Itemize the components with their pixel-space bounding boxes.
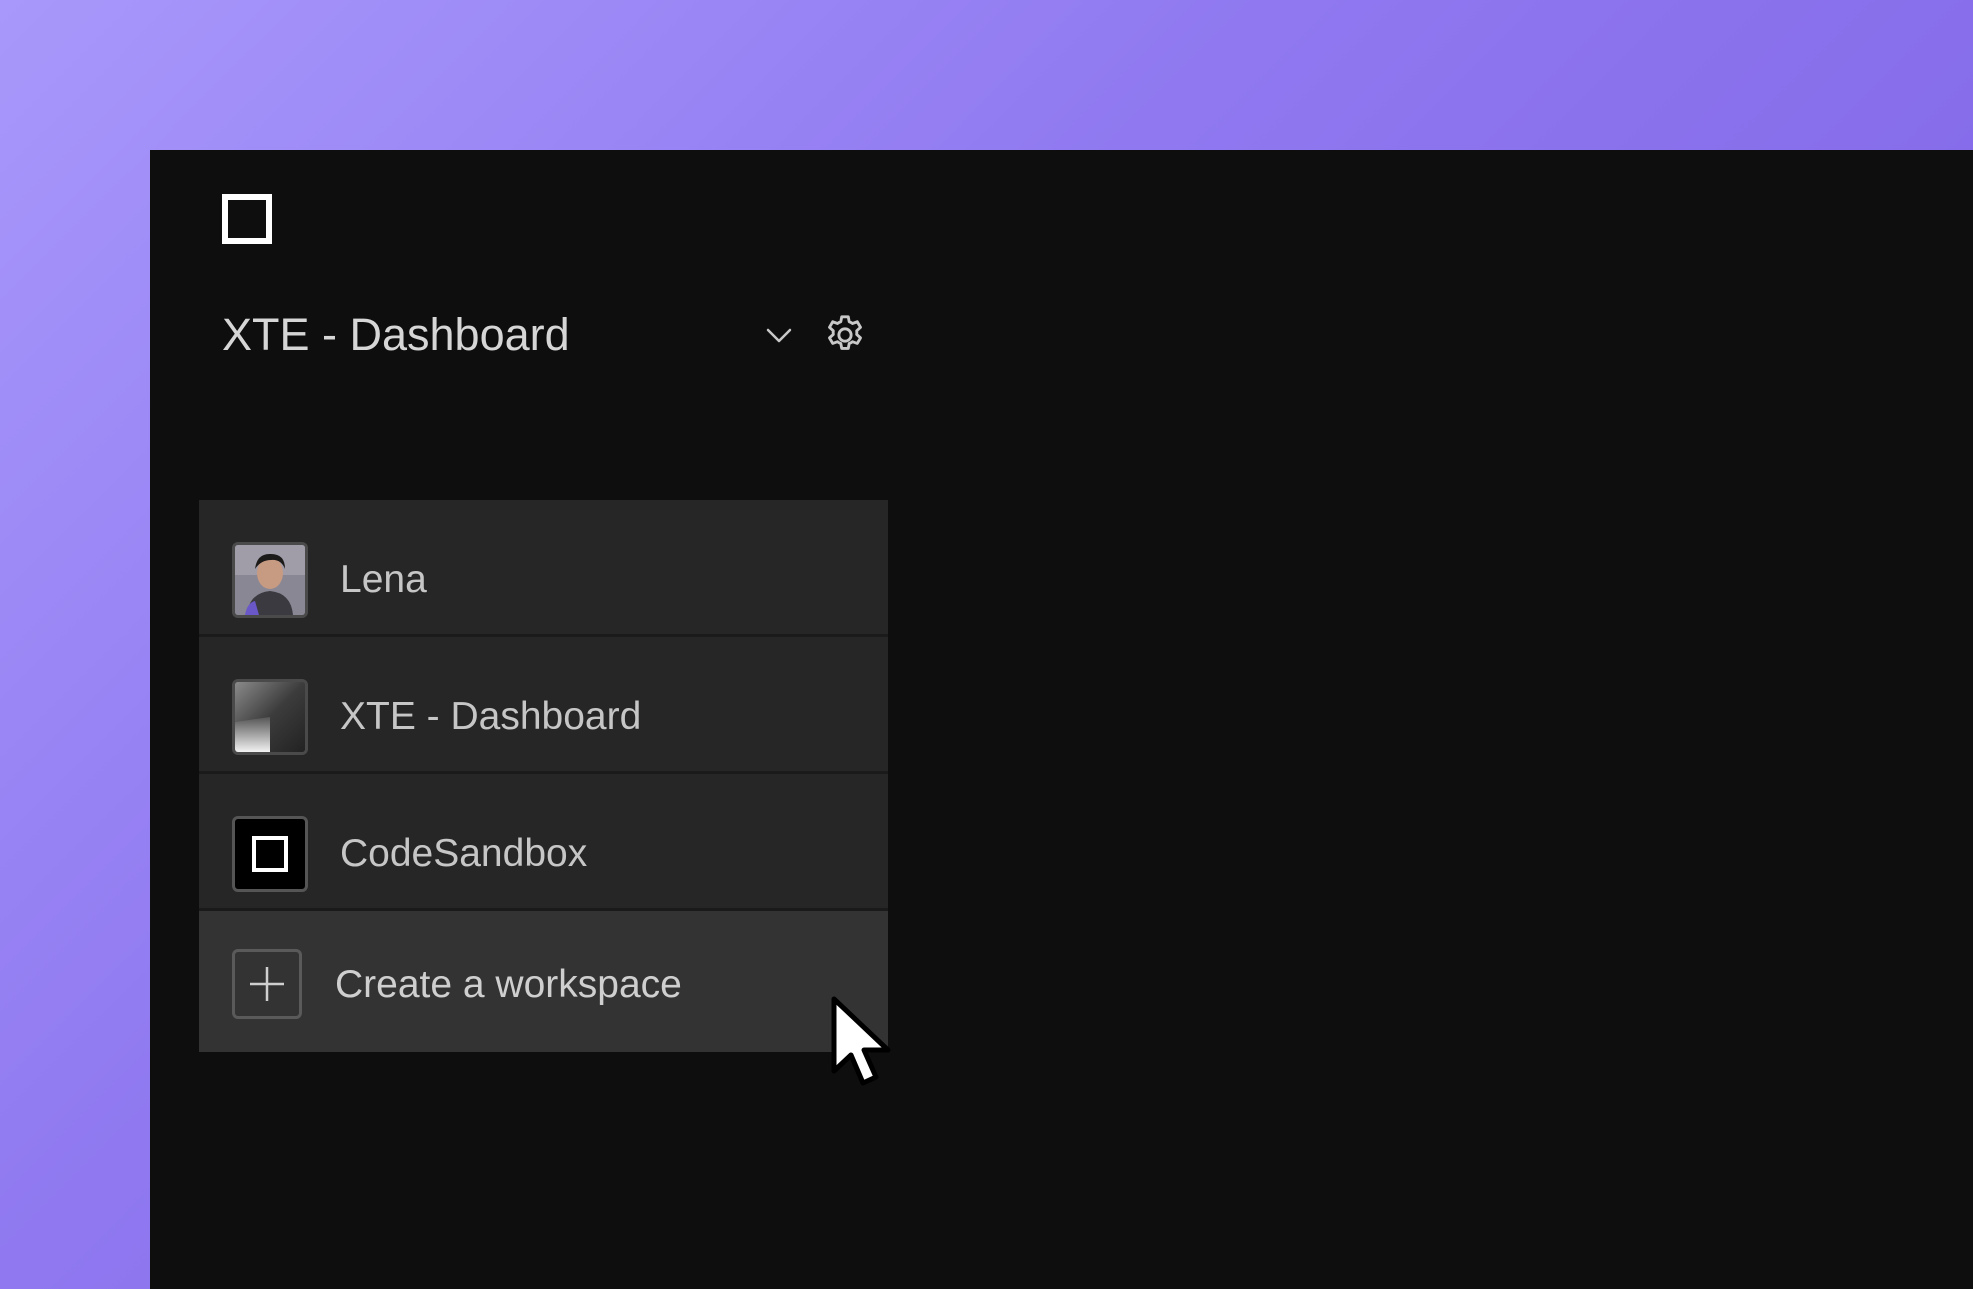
app-window: XTE - Dashboard Lena XTE - Dashboard Cod… [150, 150, 1973, 1289]
workspace-dropdown-menu: Lena XTE - Dashboard CodeSandbox Create … [199, 500, 888, 1052]
create-workspace-label: Create a workspace [335, 963, 682, 1006]
create-workspace-button[interactable]: Create a workspace [199, 911, 888, 1052]
gear-icon[interactable] [822, 312, 868, 358]
chevron-down-icon[interactable] [762, 318, 796, 352]
menu-item-label: CodeSandbox [340, 832, 588, 875]
menu-item-codesandbox[interactable]: CodeSandbox [199, 774, 888, 911]
plus-icon [232, 949, 302, 1019]
workspace-title: XTE - Dashboard [222, 309, 570, 360]
menu-item-label: XTE - Dashboard [340, 695, 642, 738]
user-avatar-photo-icon [232, 542, 308, 618]
workspace-switcher[interactable]: XTE - Dashboard [222, 300, 872, 370]
codesandbox-logo-icon[interactable] [222, 194, 272, 244]
menu-item-xte-dashboard[interactable]: XTE - Dashboard [199, 637, 888, 774]
menu-item-label: Lena [340, 558, 427, 601]
mouse-pointer-icon [831, 996, 891, 1086]
menu-item-lena[interactable]: Lena [199, 500, 888, 637]
codesandbox-logo-icon [232, 816, 308, 892]
gradient-workspace-avatar-icon [232, 679, 308, 755]
